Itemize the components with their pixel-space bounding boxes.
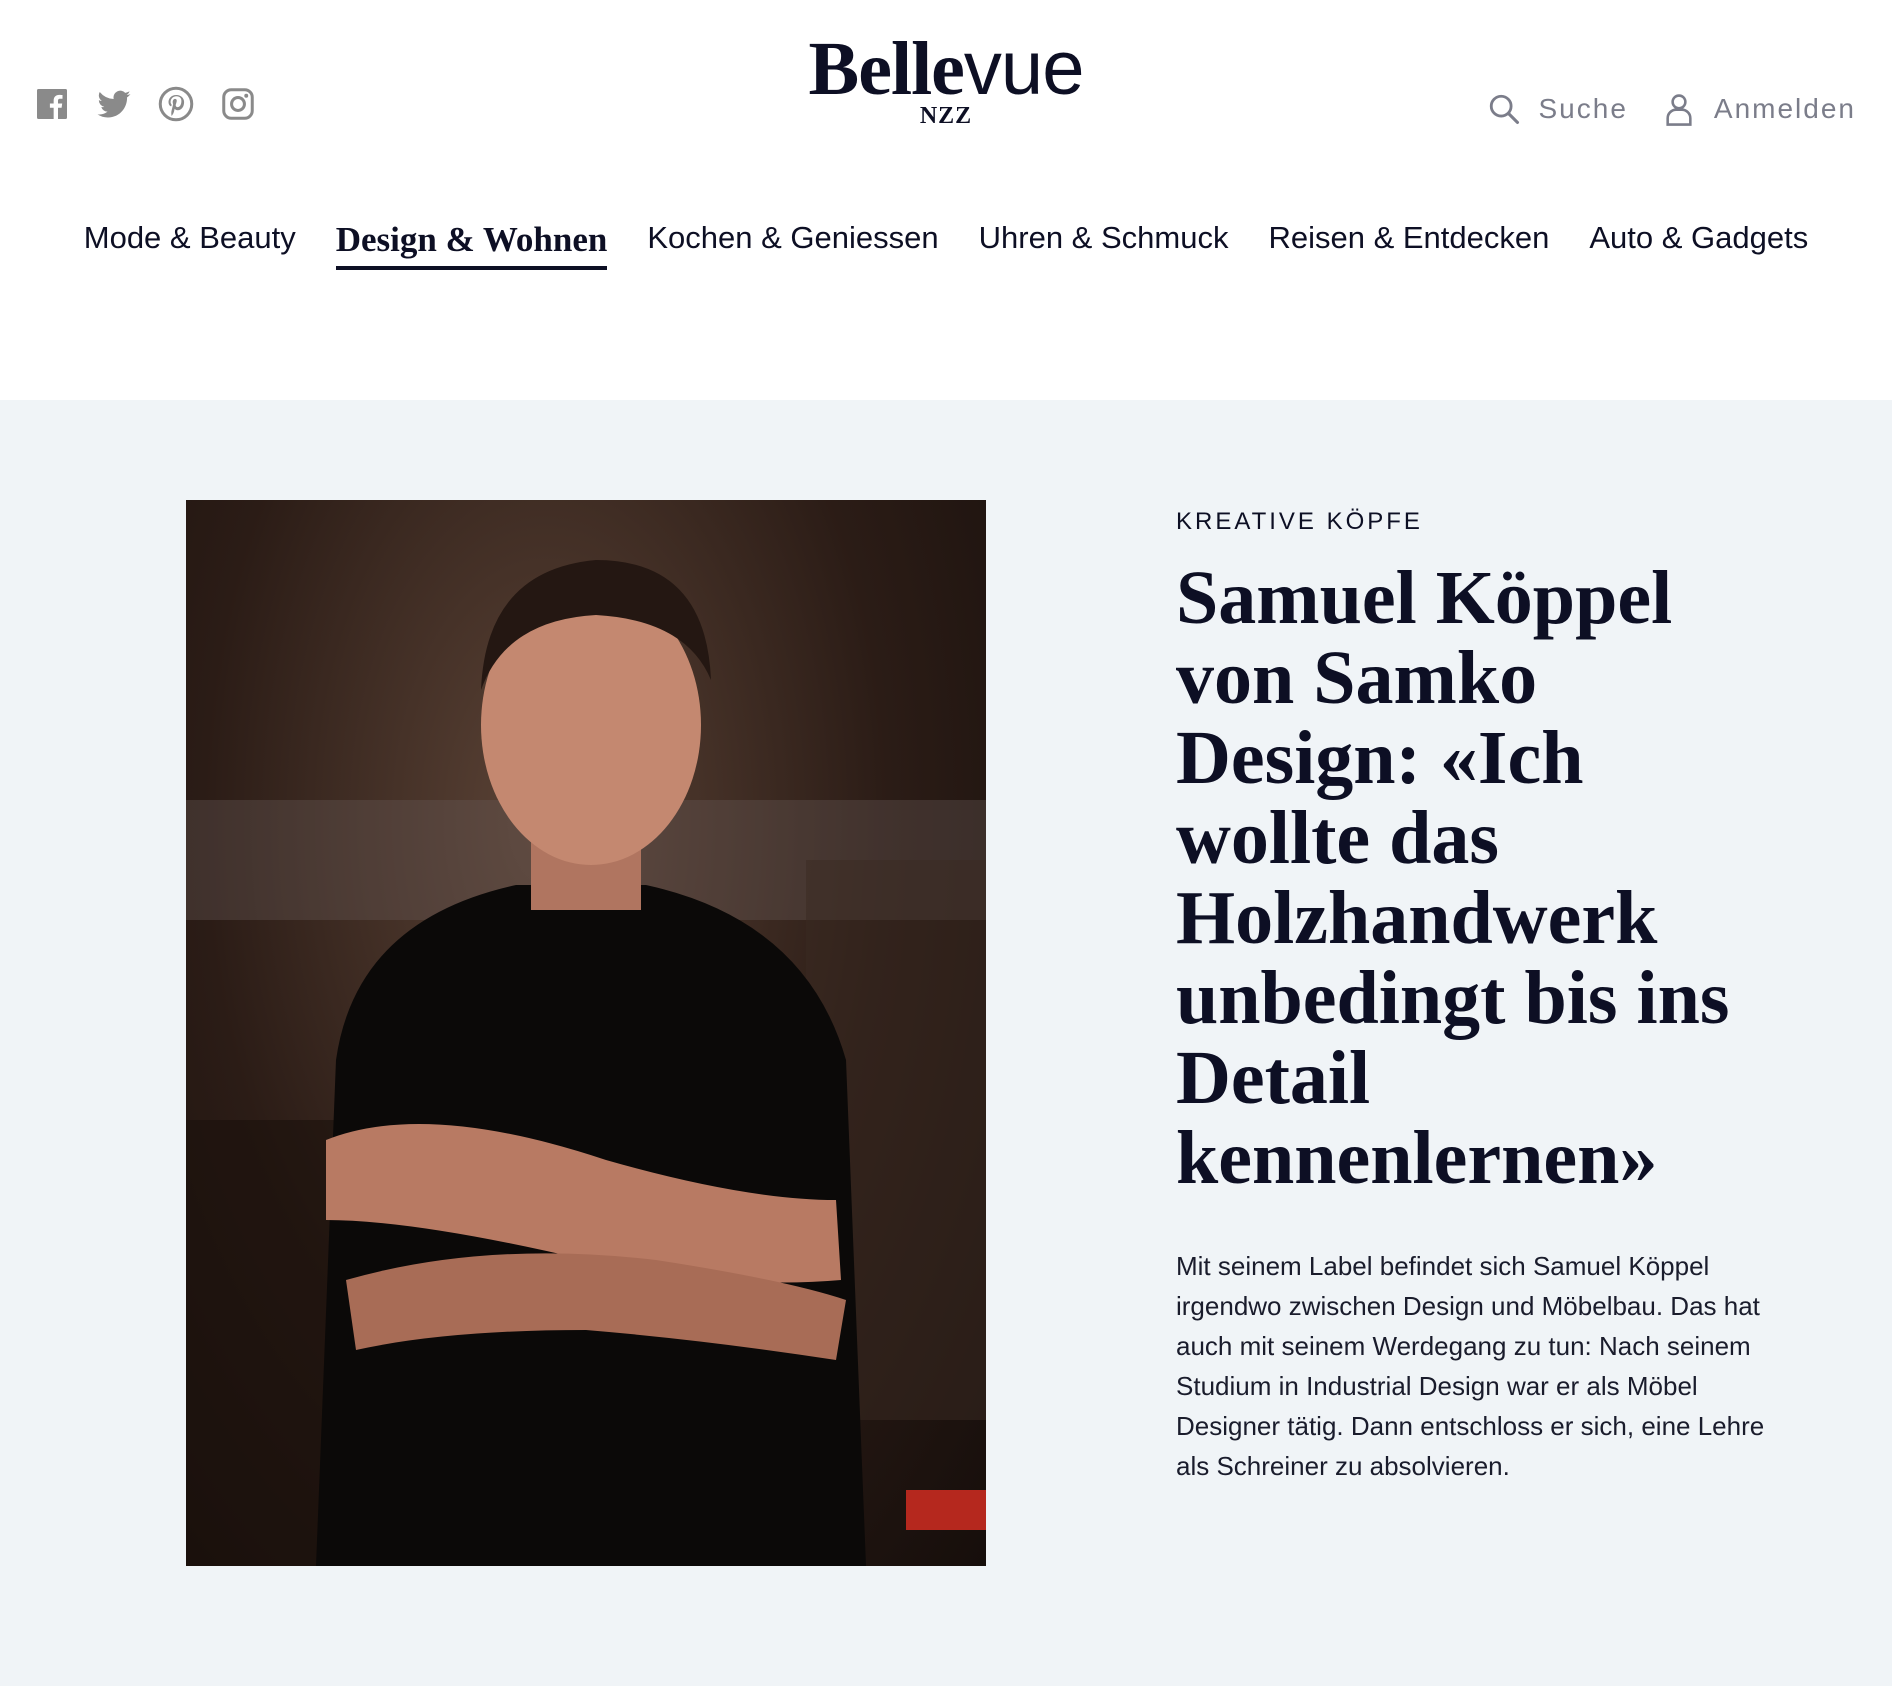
login-label: Anmelden: [1713, 93, 1856, 124]
user-icon: [1666, 94, 1692, 126]
article-teaser: KREATIVE KÖPFE Samuel Köppel von Samko D…: [1176, 508, 1776, 1512]
article-hero: KREATIVE KÖPFE Samuel Köppel von Samko D…: [0, 400, 1892, 1686]
nav-item-uhren-schmuck[interactable]: Uhren & Schmuck: [979, 220, 1229, 270]
logo-word-light: vue: [963, 26, 1085, 111]
header-tools: Suche Anmelden: [1487, 92, 1857, 126]
nav-item-kochen-geniessen[interactable]: Kochen & Geniessen: [647, 220, 938, 270]
portrait-photo: [186, 500, 986, 1566]
article-kicker: KREATIVE KÖPFE: [1176, 508, 1423, 535]
article-headline[interactable]: Samuel Köppel von Samko Design: «Ich wol…: [1176, 558, 1776, 1198]
search-icon: [1489, 94, 1519, 125]
nav-item-reisen-entdecken[interactable]: Reisen & Entdecken: [1268, 220, 1549, 270]
site-header: Bellevue NZZ Suche Anmelden Mode & Beaut…: [0, 0, 1892, 400]
main-navigation: Mode & Beauty Design & Wohnen Kochen & G…: [0, 220, 1892, 270]
nav-item-mode-beauty[interactable]: Mode & Beauty: [84, 220, 296, 270]
search-button[interactable]: Suche: [1487, 92, 1628, 126]
nav-item-auto-gadgets[interactable]: Auto & Gadgets: [1589, 220, 1808, 270]
logo-word-bold: Belle: [808, 27, 965, 111]
article-lead: Mit seinem Label befindet sich Samuel Kö…: [1176, 1251, 1765, 1481]
search-label: Suche: [1538, 93, 1628, 124]
login-button[interactable]: Anmelden: [1662, 92, 1856, 126]
nav-item-design-wohnen[interactable]: Design & Wohnen: [335, 220, 608, 270]
portrait-illustration: [186, 560, 986, 1566]
